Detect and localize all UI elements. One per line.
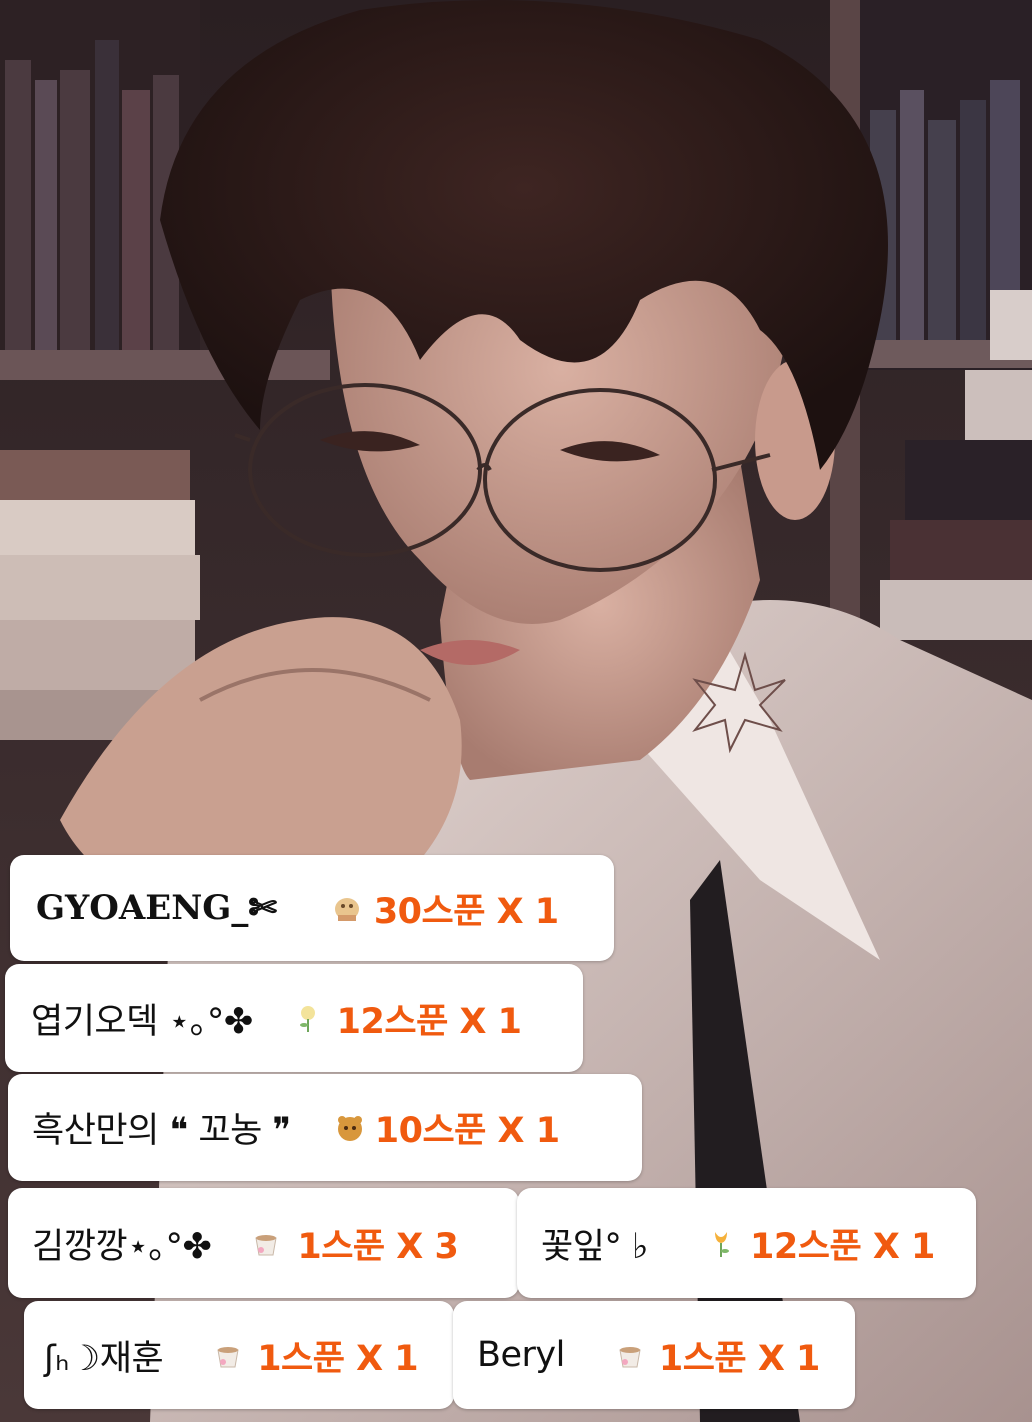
donor-name: 흑산만의 ❝ 꼬농 ❞ <box>32 1111 291 1151</box>
donor-name: 엽기오덱 ⋆｡°✤ <box>31 1001 253 1042</box>
donation-card: 꽃잎° ♭ 12스푼 X 1 <box>517 1188 976 1298</box>
tulip-icon <box>715 1232 730 1257</box>
donor-name: 김깡깡⋆｡°✤ <box>32 1226 212 1267</box>
coffee-cup-icon <box>255 1235 277 1256</box>
donation-card: ʃₕ☽재훈 1스푼 X 1 <box>24 1301 454 1409</box>
donor-name: 꽃잎° ♭ <box>541 1226 649 1267</box>
donation-card: GYOAENG_✄ 30스푼 X 1 <box>10 855 614 961</box>
donation-amount: 10스푼 X 1 <box>374 1111 560 1151</box>
donation-amount: 1스푼 X 1 <box>257 1338 419 1379</box>
donation-amount: 1스푼 X 1 <box>658 1338 820 1379</box>
donation-card: Beryl 1스푼 X 1 <box>453 1301 855 1409</box>
donation-amount: 12스푼 X 1 <box>750 1226 935 1267</box>
donor-name: Beryl <box>477 1335 565 1375</box>
donor-name: GYOAENG_✄ <box>36 888 277 928</box>
donation-amount: 1스푼 X 3 <box>297 1226 459 1267</box>
rose-icon <box>299 1006 315 1032</box>
donation-card: 흑산만의 ❝ 꼬농 ❞ 10스푼 X 1 <box>8 1074 642 1181</box>
donation-card: 엽기오덱 ⋆｡°✤ 12스푼 X 1 <box>5 964 583 1072</box>
coffee-cup-icon <box>619 1347 641 1368</box>
donation-amount: 12스푼 X 1 <box>336 1001 522 1042</box>
cookie-bear-icon <box>337 1115 362 1141</box>
donor-name: ʃₕ☽재훈 <box>44 1338 164 1379</box>
coffee-cup-icon <box>217 1347 239 1368</box>
donation-card: 김깡깡⋆｡°✤ 1스푼 X 3 <box>8 1188 519 1298</box>
donation-amount: 30스푼 X 1 <box>373 891 559 932</box>
bread-sticker-icon <box>334 898 359 921</box>
